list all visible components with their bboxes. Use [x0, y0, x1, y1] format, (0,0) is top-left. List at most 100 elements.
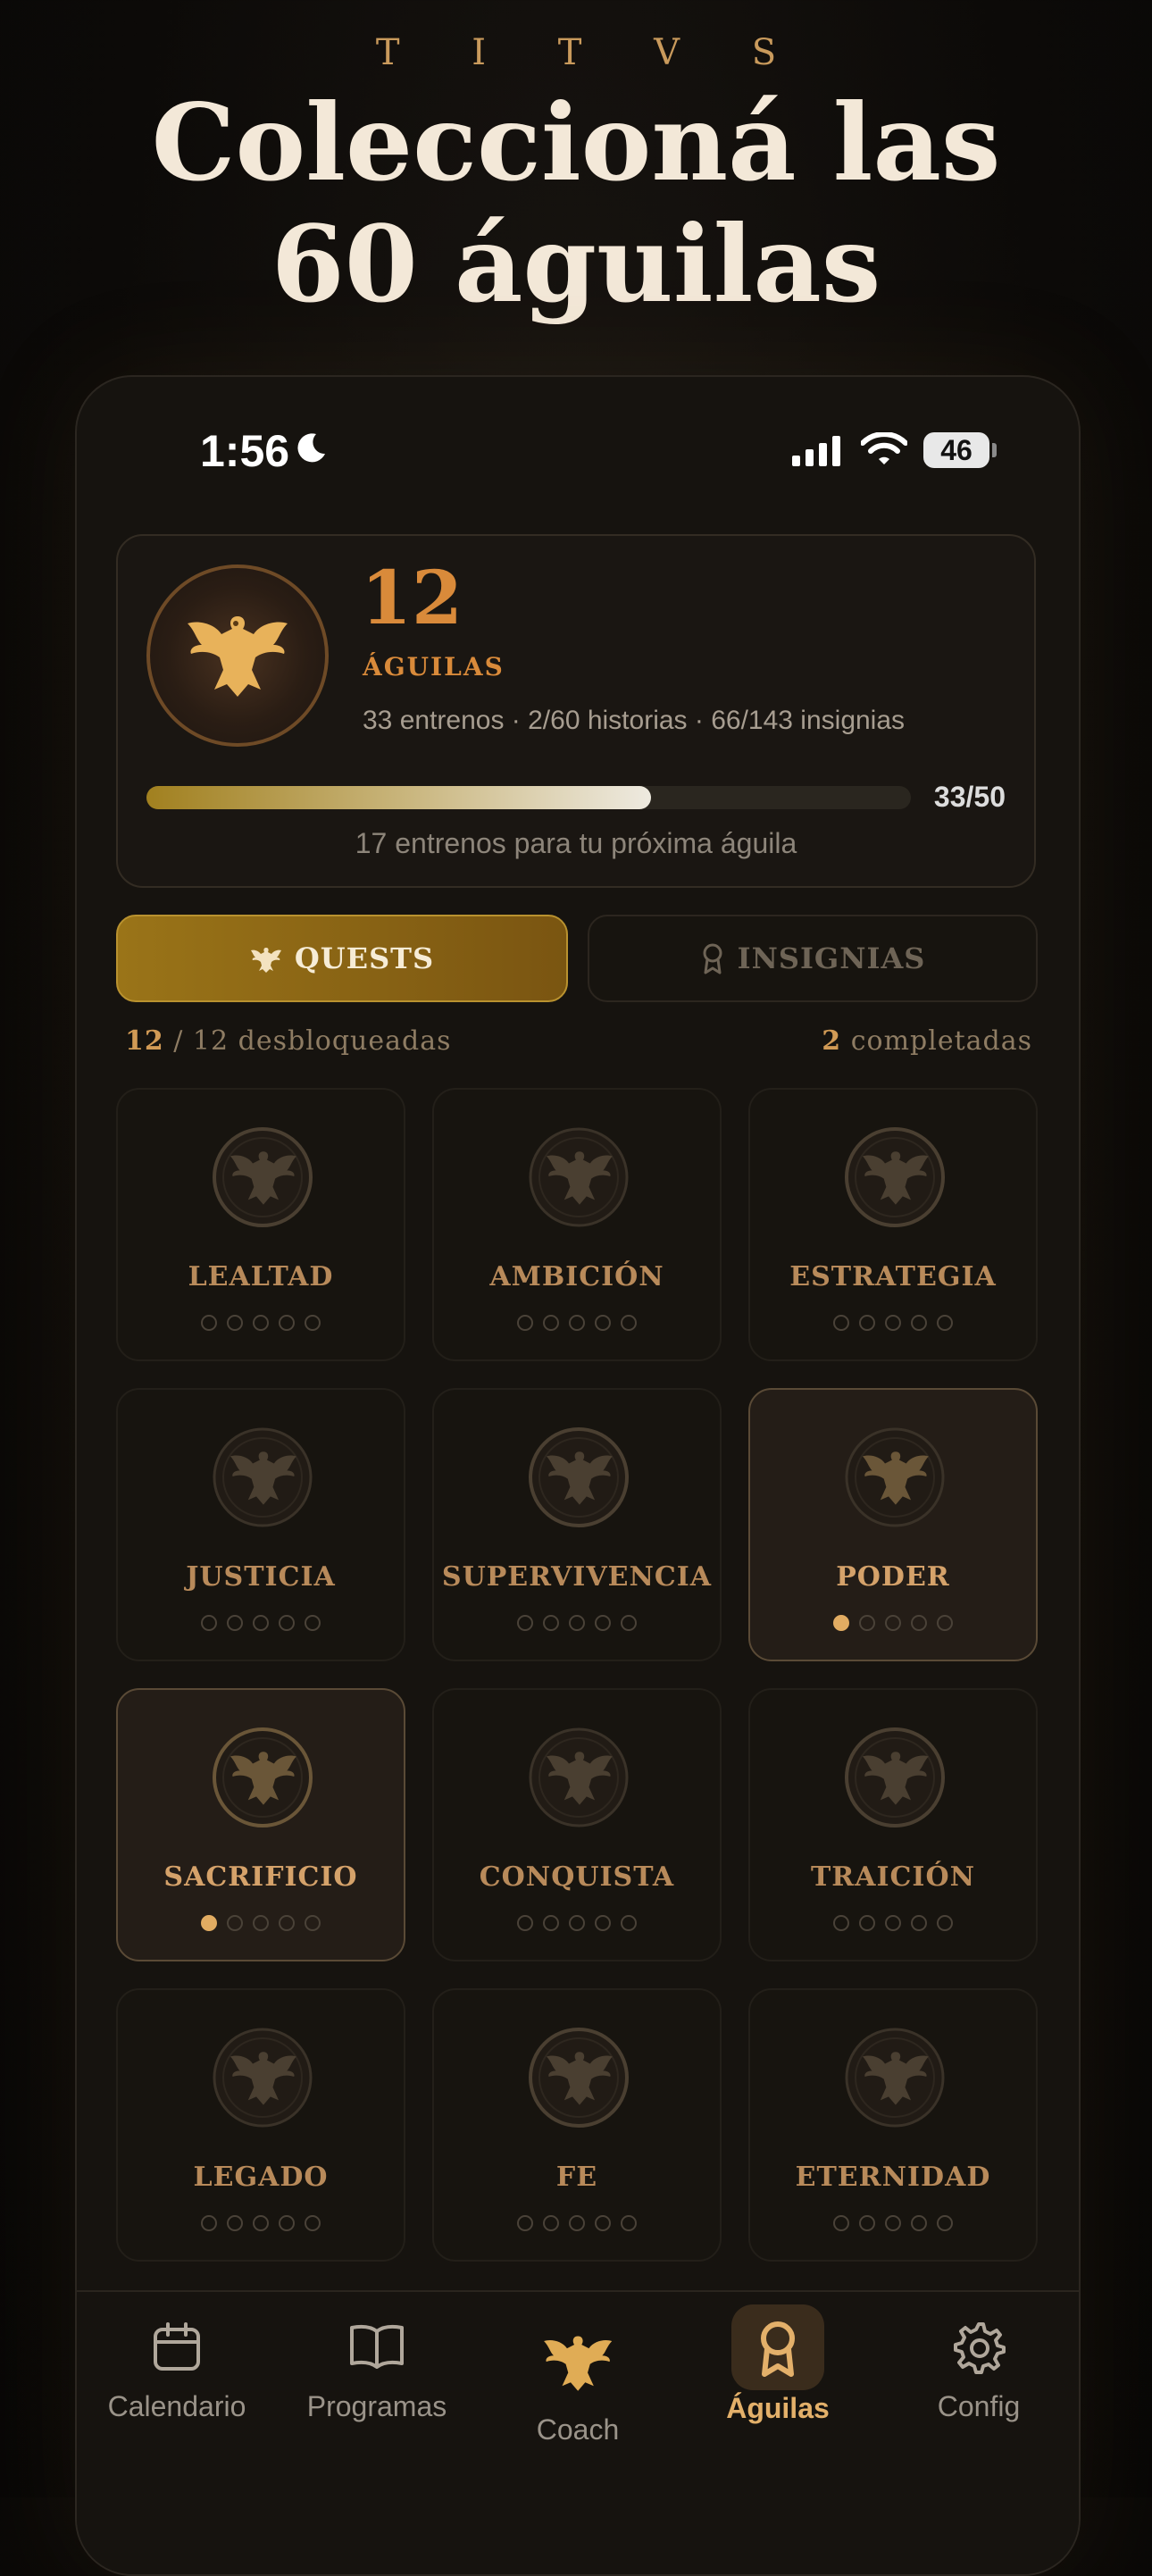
- eagle-progress-dots: [118, 1315, 404, 1331]
- eagle-card[interactable]: ESTRATEGIA: [748, 1088, 1038, 1361]
- progress-dot: [911, 1315, 927, 1331]
- progress-dot: [595, 1615, 611, 1631]
- progress-dot: [543, 1315, 559, 1331]
- eagle-card[interactable]: SUPERVIVENCIA: [432, 1388, 722, 1661]
- progress-dot: [911, 1615, 927, 1631]
- tab-quests[interactable]: QUESTS: [116, 915, 568, 1002]
- eagle-card[interactable]: FE: [432, 1988, 722, 2262]
- eagle-icon: [544, 2336, 613, 2391]
- progress-dot: [621, 1315, 637, 1331]
- calendar-icon: [154, 2322, 200, 2371]
- eagle-emblem-icon: [845, 2028, 945, 2128]
- progress-dot: [305, 1315, 321, 1331]
- eagle-card[interactable]: TRAICIÓN: [748, 1688, 1038, 1961]
- gear-icon: [954, 2322, 1006, 2374]
- nav-calendario[interactable]: Calendario: [77, 2292, 277, 2471]
- eagle-emblem-icon: [213, 1427, 313, 1527]
- eagle-card[interactable]: LEGADO: [116, 1988, 405, 2262]
- progress-dot: [595, 1915, 611, 1931]
- tab-insignias[interactable]: INSIGNIAS: [588, 915, 1038, 1002]
- unlocked-text: / 12 desbloqueadas: [163, 1025, 452, 1057]
- progress-dot: [253, 1615, 269, 1631]
- award-icon: [703, 943, 722, 974]
- eagle-card-name: SUPERVIVENCIA: [441, 1561, 713, 1593]
- progress-dot: [833, 1915, 849, 1931]
- eagles-count-label: ÁGUILAS: [363, 652, 505, 682]
- eagle-progress-caption: 17 entrenos para tu próxima águila: [355, 827, 797, 859]
- book-icon: [350, 2324, 404, 2369]
- status-time: 1:56: [200, 426, 290, 476]
- progress-dot: [227, 1915, 243, 1931]
- nav-aguilas-label: Águilas: [726, 2392, 830, 2424]
- eagle-card[interactable]: CONQUISTA: [432, 1688, 722, 1961]
- progress-dot: [937, 1315, 953, 1331]
- completed-count: 2 completadas: [822, 1025, 1032, 1057]
- progress-dot: [253, 2215, 269, 2231]
- progress-dot: [517, 1615, 533, 1631]
- progress-dot: [201, 1315, 217, 1331]
- headline-line-2: 60 águilas: [271, 202, 881, 326]
- eagle-progress-dots: [750, 2215, 1036, 2231]
- progress-dot: [201, 1615, 217, 1631]
- progress-dot: [227, 1615, 243, 1631]
- progress-dot: [595, 1315, 611, 1331]
- eagle-progress-value: 33/50: [933, 781, 1006, 813]
- progress-dot: [595, 2215, 611, 2231]
- eagle-card-name: ETERNIDAD: [795, 2162, 991, 2193]
- nav-config-label: Config: [937, 2390, 1021, 2422]
- eagle-progress-bar: [146, 786, 911, 809]
- eagle-card[interactable]: ETERNIDAD: [748, 1988, 1038, 2262]
- nav-coach[interactable]: Coach: [478, 2292, 678, 2471]
- eagle-card-name: TRAICIÓN: [810, 1861, 976, 1893]
- nav-calendario-label: Calendario: [107, 2390, 246, 2422]
- progress-dot: [911, 2215, 927, 2231]
- progress-dot: [543, 1915, 559, 1931]
- progress-dot: [253, 1915, 269, 1931]
- award-icon: [761, 2321, 795, 2377]
- completed-text: completadas: [841, 1025, 1032, 1057]
- progress-dot: [305, 1615, 321, 1631]
- brand-wordmark: T I T V S: [375, 32, 807, 73]
- eagle-progress-dots: [434, 1615, 720, 1631]
- progress-dot: [569, 1315, 585, 1331]
- progress-dot: [279, 1315, 295, 1331]
- progress-dot: [517, 1315, 533, 1331]
- progress-dot: [279, 2215, 295, 2231]
- eagle-progress-dots: [118, 1615, 404, 1631]
- eagle-card[interactable]: SACRIFICIO: [116, 1688, 405, 1961]
- status-bar: 1:56 46: [77, 418, 1079, 489]
- nav-config[interactable]: Config: [879, 2292, 1079, 2471]
- eagle-emblem-icon: [845, 1427, 945, 1527]
- nav-programas[interactable]: Programas: [277, 2292, 477, 2471]
- completed-number: 2: [822, 1025, 842, 1057]
- eagle-card[interactable]: LEALTAD: [116, 1088, 405, 1361]
- progress-dot: [859, 1915, 875, 1931]
- tab-quests-label: QUESTS: [294, 941, 435, 975]
- nav-programas-label: Programas: [306, 2390, 447, 2422]
- eagle-card-name: CONQUISTA: [479, 1861, 675, 1893]
- eagle-icon: [250, 948, 281, 973]
- progress-dot: [517, 2215, 533, 2231]
- training-stats: 33 entrenos · 2/60 historias · 66/143 in…: [363, 706, 906, 735]
- eagle-card[interactable]: JUSTICIA: [116, 1388, 405, 1661]
- progress-dot: [227, 1315, 243, 1331]
- eagle-emblem-icon: [529, 1427, 629, 1527]
- eagle-progress-dots: [118, 1915, 404, 1931]
- eagle-progress-dots: [750, 1315, 1036, 1331]
- eagle-card[interactable]: PODER: [748, 1388, 1038, 1661]
- unlocked-count: 12 / 12 desbloqueadas: [125, 1025, 452, 1057]
- eagle-card-name: ESTRATEGIA: [789, 1261, 997, 1292]
- eagle-card[interactable]: AMBICIÓN: [432, 1088, 722, 1361]
- eagle-progress-dots: [118, 2215, 404, 2231]
- bottom-tab-bar: Calendario Programas Coach Águilas Confi…: [77, 2290, 1079, 2574]
- progress-dot: [859, 2215, 875, 2231]
- eagle-progress-dots: [750, 1615, 1036, 1631]
- eagle-card-name: SACRIFICIO: [163, 1861, 358, 1893]
- progress-dot: [621, 1615, 637, 1631]
- progress-dot: [305, 2215, 321, 2231]
- progress-dot: [885, 1615, 901, 1631]
- progress-dot: [517, 1915, 533, 1931]
- nav-aguilas[interactable]: Águilas: [678, 2292, 878, 2471]
- eagle-emblem-icon: [529, 1727, 629, 1827]
- progress-dot: [937, 1915, 953, 1931]
